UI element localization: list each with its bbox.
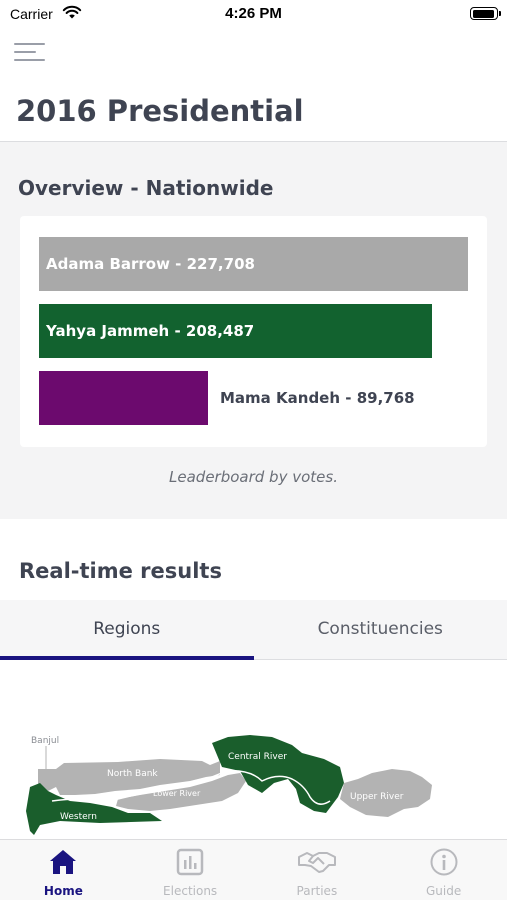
info-icon [430, 848, 458, 876]
home-icon [50, 850, 77, 874]
tab-bar-guide-label: Guide [426, 884, 462, 898]
realtime-title: Real-time results [19, 559, 222, 583]
map-label-lower-river: Lower River [153, 789, 201, 798]
tab-bar-parties-label: Parties [296, 884, 338, 898]
page-title: 2016 Presidential [16, 94, 304, 128]
regions-map: Banjul North Bank Central River Lower Ri… [0, 661, 507, 839]
tab-bar-home-label: Home [43, 884, 83, 898]
battery-icon [470, 7, 498, 20]
bar-mama-kandeh: Mama Kandeh - 89,768 [39, 371, 415, 425]
bar-label: Adama Barrow - 227,708 [46, 255, 255, 273]
bar-label: Mama Kandeh - 89,768 [220, 389, 415, 407]
tab-constituencies[interactable]: Constituencies [254, 600, 507, 660]
status-bar: Carrier 4:26 PM [0, 0, 507, 28]
active-tab-indicator [0, 656, 254, 660]
handshake-icon [297, 852, 336, 873]
tab-bar-elections-label: Elections [163, 884, 218, 898]
bar-yahya-jammeh: Yahya Jammeh - 208,487 [39, 304, 432, 358]
map-label-western: Western [60, 812, 97, 822]
bottom-tab-bar: Home Elections Parties Guide [0, 839, 507, 900]
map-label-north-bank: North Bank [107, 769, 158, 779]
bar-label: Yahya Jammeh - 208,487 [46, 322, 255, 340]
leaderboard-chart: Adama Barrow - 227,708 Yahya Jammeh - 208… [20, 216, 487, 447]
overview-title: Overview - Nationwide [18, 176, 274, 200]
region-central-river[interactable] [212, 735, 344, 813]
tab-bar-parties[interactable]: Parties [254, 840, 381, 900]
chart-caption: Leaderboard by votes. [169, 468, 338, 486]
map-label-central-river: Central River [228, 752, 287, 762]
tab-regions[interactable]: Regions [0, 600, 254, 660]
map-label-upper-river: Upper River [350, 792, 404, 802]
hamburger-menu-icon[interactable] [14, 40, 46, 66]
map-label-banjul: Banjul [31, 736, 59, 746]
battery-nub [499, 11, 501, 16]
results-tabs: Regions Constituencies [0, 600, 507, 660]
overview-section: Overview - Nationwide Adama Barrow - 227… [0, 142, 507, 519]
bar-chart-icon [176, 848, 204, 876]
status-time: 4:26 PM [225, 5, 282, 22]
tab-bar-home[interactable]: Home [0, 840, 127, 900]
bar-adama-barrow: Adama Barrow - 227,708 [39, 237, 468, 291]
tab-bar-elections[interactable]: Elections [127, 840, 254, 900]
tab-bar-guide[interactable]: Guide [380, 840, 507, 900]
